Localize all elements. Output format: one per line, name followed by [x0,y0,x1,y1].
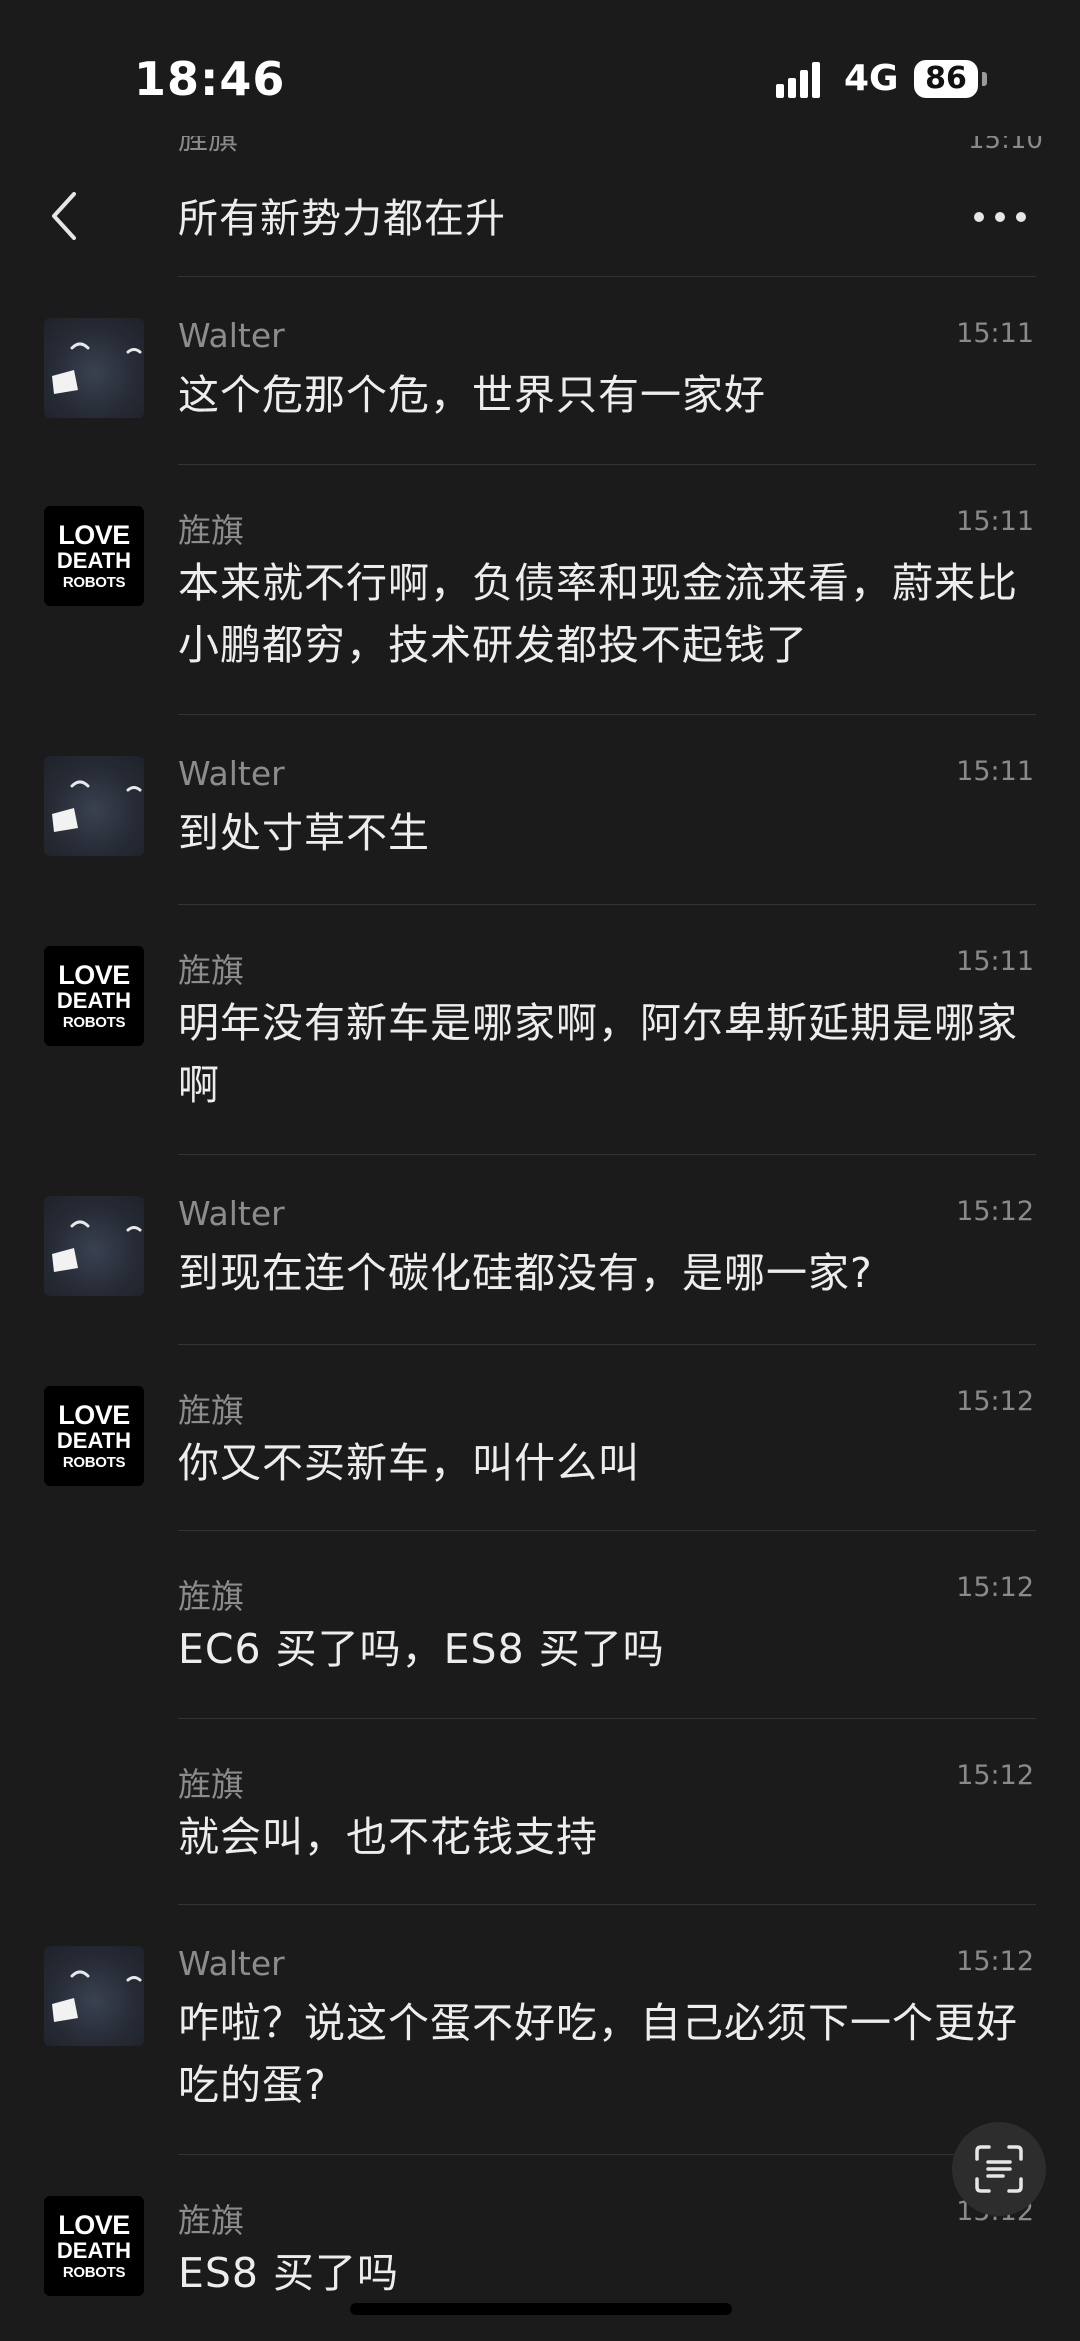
message-item[interactable]: LOVE DEATH ROBOTS 旌旗 15:11 明年没有新车是哪家啊，阿尔… [0,904,1080,1154]
nav-bar: 所有新势力都在升 [0,156,1080,276]
status-bar: 18:46 4G 86 [0,0,1080,150]
divider [178,2154,1036,2155]
status-time: 18:46 [134,52,286,106]
sender-name: 旌旗 [178,1577,244,1616]
sender-name: Walter [178,316,285,355]
avatar-logo-text: LOVE [58,520,130,550]
avatar-face-icon [52,342,142,394]
avatar-logo-text: ROBOTS [62,1014,126,1031]
avatar[interactable]: LOVE DEATH ROBOTS [44,1386,144,1486]
divider [178,1904,1036,1905]
avatar[interactable]: LOVE DEATH ROBOTS [44,946,144,1046]
avatar-logo-text: DEATH [56,1428,132,1453]
divider [178,1718,1036,1719]
avatar-logo-text: LOVE [58,960,130,990]
divider [178,714,1036,715]
message-text: 这个危那个危，世界只有一家好 [178,371,766,419]
message-time: 15:12 [956,1946,1034,1977]
sender-name: 旌旗 [178,1765,244,1804]
message-text: EC6 买了吗，ES8 买了吗 [178,1625,665,1673]
avatar[interactable] [44,318,144,418]
divider [178,464,1036,465]
cellular-signal-icon [776,62,820,98]
page-title: 所有新势力都在升 [178,196,506,242]
message-time: 15:12 [956,1572,1034,1603]
message-time: 15:12 [956,1386,1034,1417]
chevron-left-icon [52,192,76,240]
message-time: 15:11 [956,506,1034,537]
message-text: 本来就不行啊，负债率和现金流来看，蔚来比小鹏都穷，技术研发都投不起钱了 [178,559,1018,669]
scan-text-button[interactable] [952,2122,1046,2216]
divider [178,1530,1036,1531]
avatar[interactable] [44,1196,144,1296]
battery-indicator: 86 [914,60,978,98]
message-text: 咋啦？说这个蛋不好吃，自己必须下一个更好吃的蛋? [178,1999,1018,2109]
avatar-logo-text: DEATH [56,988,132,1013]
sender-name: 旌旗 [178,511,244,550]
divider [178,904,1036,905]
avatar[interactable] [44,756,144,856]
message-time: 15:12 [956,1196,1034,1227]
home-indicator[interactable] [350,2303,732,2315]
message-item[interactable]: Walter 15:11 这个危那个危，世界只有一家好 [0,276,1080,464]
divider [178,1154,1036,1155]
avatar[interactable] [44,1946,144,2046]
message-time: 15:11 [956,756,1034,787]
message-item[interactable]: LOVE DEATH ROBOTS 旌旗 15:12 你又不买新车，叫什么叫 [0,1344,1080,1530]
avatar-face-icon [52,1220,142,1272]
sender-name: Walter [178,1944,285,1983]
divider [178,1344,1036,1345]
message-item[interactable]: 旌旗 15:12 就会叫，也不花钱支持 [0,1718,1080,1904]
more-button[interactable] [968,194,1032,240]
scan-text-icon [975,2145,1023,2193]
more-horizontal-icon [974,212,1026,222]
back-button[interactable] [34,176,94,256]
message-text: 到处寸草不生 [178,809,430,857]
message-text: 明年没有新车是哪家啊，阿尔卑斯延期是哪家啊 [178,999,1018,1109]
message-item[interactable]: 旌旗 15:12 EC6 买了吗，ES8 买了吗 [0,1530,1080,1718]
network-type: 4G [844,58,899,99]
divider [178,276,1036,277]
avatar[interactable]: LOVE DEATH ROBOTS [44,2196,144,2296]
message-time: 15:11 [956,946,1034,977]
sender-name: Walter [178,1194,285,1233]
avatar-logo-text: ROBOTS [62,574,126,591]
sender-name: Walter [178,754,285,793]
avatar-logo-text: ROBOTS [62,1454,126,1471]
message-text: 你又不买新车，叫什么叫 [178,1439,640,1487]
avatar-logo-text: LOVE [58,1400,130,1430]
message-text: 到现在连个碳化硅都没有，是哪一家? [178,1249,873,1297]
message-item[interactable]: LOVE DEATH ROBOTS 旌旗 15:11 本来就不行啊，负债率和现金… [0,464,1080,714]
avatar-logo-text: DEATH [56,548,132,573]
avatar-logo-text: ROBOTS [62,2264,126,2281]
message-time: 15:12 [956,1760,1034,1791]
avatar-logo-text: DEATH [56,2238,132,2263]
sender-name: 旌旗 [178,1391,244,1430]
avatar-face-icon [52,1970,142,2022]
avatar-face-icon [52,780,142,832]
message-text: ES8 买了吗 [178,2249,400,2297]
message-item[interactable]: Walter 15:11 到处寸草不生 [0,714,1080,904]
message-time: 15:11 [956,318,1034,349]
avatar[interactable]: LOVE DEATH ROBOTS [44,506,144,606]
sender-name: 旌旗 [178,951,244,990]
message-text: 就会叫，也不花钱支持 [178,1813,598,1861]
message-item[interactable]: Walter 15:12 咋啦？说这个蛋不好吃，自己必须下一个更好吃的蛋? [0,1904,1080,2154]
avatar-logo-text: LOVE [58,2210,130,2240]
message-item[interactable]: Walter 15:12 到现在连个碳化硅都没有，是哪一家? [0,1154,1080,1344]
sender-name: 旌旗 [178,2201,244,2240]
battery-cap [982,72,987,86]
